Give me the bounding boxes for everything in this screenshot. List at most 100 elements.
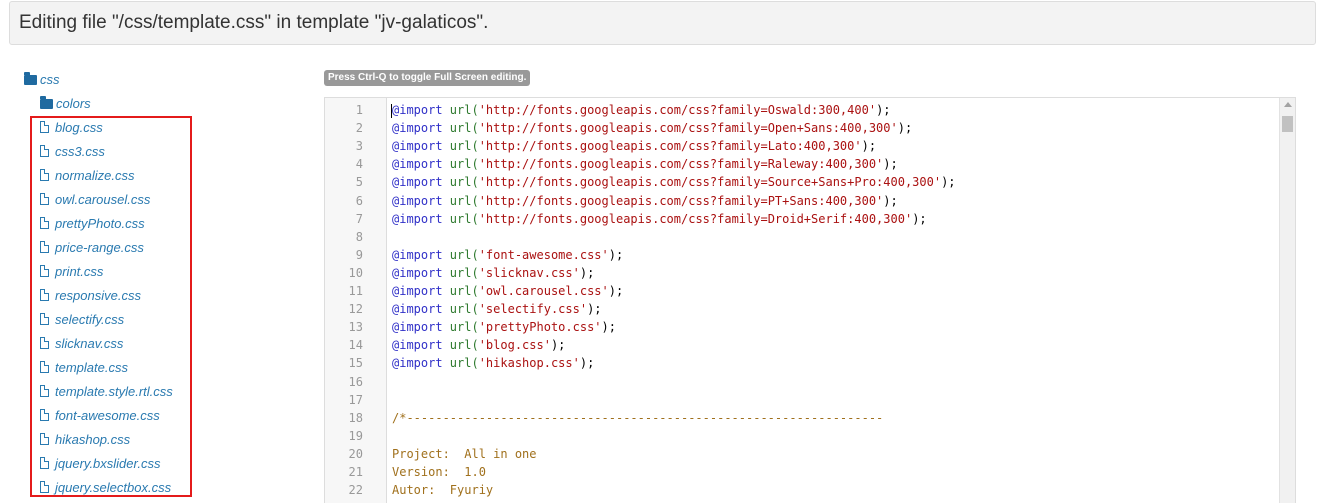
code-function: url( — [442, 139, 479, 154]
code-text: Autor: Fyuriy — [392, 481, 493, 499]
code-punctuation: ); — [608, 247, 624, 262]
line-number: 1 — [355, 103, 363, 117]
highlight-annotation-box — [30, 116, 192, 497]
code-punctuation: ); — [897, 121, 913, 136]
code-function: url( — [442, 157, 479, 172]
code-text: @import url('http://fonts.googleapis.com… — [392, 119, 912, 137]
code-punctuation: ); — [601, 320, 616, 335]
code-text: Project: All in one — [392, 445, 537, 463]
code-function: url( — [442, 247, 479, 262]
code-keyword: @import — [392, 247, 443, 262]
code-string: 'selectify.css' — [478, 302, 588, 317]
code-keyword: @import — [392, 175, 443, 190]
tree-folder-label: css — [40, 72, 60, 87]
code-text: @import url('http://fonts.googleapis.com… — [392, 173, 956, 191]
code-punctuation: ); — [608, 284, 624, 298]
code-punctuation: ); — [579, 356, 595, 371]
code-text: /*--------------------------------------… — [392, 409, 883, 427]
code-punctuation: ); — [883, 193, 898, 208]
code-string: 'http://fonts.googleapis.com/css?family=… — [478, 139, 862, 154]
code-function: url( — [442, 121, 479, 136]
line-number: 7 — [355, 211, 363, 226]
line-number: 13 — [348, 320, 363, 335]
line-number: 16 — [348, 374, 363, 389]
code-function: url( — [442, 302, 479, 317]
line-number: 10 — [348, 265, 363, 280]
code-line: 15 @import url('hikashop.css'); — [325, 354, 1295, 372]
folder-icon — [24, 72, 37, 85]
line-number: 2 — [355, 121, 363, 136]
code-function: url( — [442, 320, 479, 335]
code-function: url( — [442, 338, 479, 353]
code-keyword: @import — [392, 265, 443, 280]
code-keyword: @import — [392, 121, 443, 136]
line-number: 18 — [348, 410, 363, 425]
code-keyword: @import — [392, 356, 443, 371]
line-number: 3 — [355, 139, 363, 154]
code-line: 1 @import url('http://fonts.googleapis.co… — [325, 101, 1295, 119]
code-punctuation: ); — [579, 265, 595, 280]
code-keyword: @import — [392, 211, 443, 226]
code-string: 'hikashop.css' — [478, 356, 580, 371]
page-title: Editing file "/css/template.css" in temp… — [19, 12, 489, 33]
line-number: 19 — [348, 428, 363, 443]
code-keyword: @import — [392, 193, 443, 208]
code-text: @import url('font-awesome.css'); — [392, 246, 623, 264]
line-number: 21 — [348, 465, 363, 479]
code-string: 'http://fonts.googleapis.com/css?family=… — [478, 193, 884, 208]
code-line: 22 Autor: Fyuriy — [325, 481, 1295, 499]
code-text: @import url('http://fonts.googleapis.com… — [392, 155, 898, 173]
code-keyword: @import — [392, 320, 443, 335]
scrollbar-thumb[interactable] — [1282, 116, 1293, 132]
code-text: @import url('http://fonts.googleapis.com… — [392, 192, 898, 210]
code-punctuation: ); — [912, 211, 927, 226]
code-text: @import url('hikashop.css'); — [392, 354, 594, 372]
code-keyword: @import — [392, 338, 443, 353]
code-punctuation: ); — [861, 139, 877, 154]
line-number: 9 — [355, 247, 363, 262]
code-line: 7 @import url('http://fonts.googleapis.co… — [325, 210, 1295, 228]
code-keyword: @import — [392, 302, 443, 317]
code-keyword: @import — [392, 139, 443, 154]
line-number: 12 — [348, 302, 363, 317]
code-text: Version: 1.0 — [392, 463, 486, 481]
code-text: @import url('prettyPhoto.css'); — [392, 318, 616, 336]
tree-folder-css[interactable]: css — [24, 70, 60, 90]
line-number: 11 — [348, 284, 363, 298]
code-line: 2 @import url('http://fonts.googleapis.co… — [325, 119, 1295, 137]
code-string: 'http://fonts.googleapis.com/css?family=… — [478, 175, 942, 190]
code-line: 13 @import url('prettyPhoto.css'); — [325, 318, 1295, 336]
vertical-scrollbar[interactable] — [1279, 98, 1295, 503]
code-editor[interactable]: 1 @import url('http://fonts.googleapis.co… — [324, 97, 1296, 503]
code-line: 18 /*------------------------------------… — [325, 409, 1295, 427]
fullscreen-hint-badge: Press Ctrl-Q to toggle Full Screen editi… — [324, 70, 531, 86]
code-punctuation: ); — [941, 175, 956, 190]
line-number: 6 — [355, 193, 363, 208]
code-line: 16 — [325, 373, 1295, 391]
tree-folder-colors[interactable]: colors — [40, 94, 91, 114]
line-number: 8 — [355, 229, 363, 244]
code-keyword: @import — [392, 103, 443, 117]
code-line: 10 @import url('slicknav.css'); — [325, 264, 1295, 282]
code-punctuation: ); — [587, 302, 602, 317]
code-function: url( — [442, 211, 479, 226]
code-string: 'prettyPhoto.css' — [478, 320, 602, 335]
page-header: Editing file "/css/template.css" in temp… — [9, 1, 1316, 45]
line-number: 17 — [348, 392, 363, 407]
line-number: 14 — [348, 338, 363, 353]
code-line: 21 Version: 1.0 — [325, 463, 1295, 481]
code-line: 3 @import url('http://fonts.googleapis.co… — [325, 137, 1295, 155]
code-line: 17 — [325, 391, 1295, 409]
code-line: 14 @import url('blog.css'); — [325, 336, 1295, 354]
code-comment: Autor: Fyuriy — [392, 483, 494, 498]
code-text: @import url('slicknav.css'); — [392, 264, 594, 282]
scroll-up-arrow-icon[interactable] — [1284, 102, 1292, 107]
line-number: 4 — [355, 157, 363, 172]
code-punctuation: ); — [550, 338, 566, 353]
code-punctuation: ); — [883, 157, 898, 172]
code-string: 'http://fonts.googleapis.com/css?family=… — [478, 211, 913, 226]
code-function: url( — [442, 175, 479, 190]
code-string: 'http://fonts.googleapis.com/css?family=… — [478, 157, 884, 172]
code-function: url( — [442, 103, 479, 117]
code-line: 19 — [325, 427, 1295, 445]
